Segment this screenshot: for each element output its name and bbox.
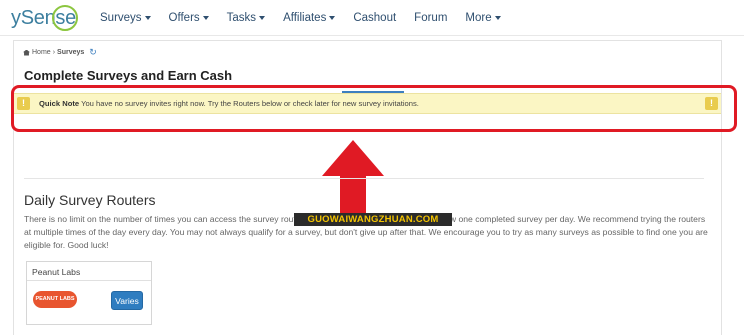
router-card-peanut-labs: Peanut Labs PEANUT LABS Varies (26, 261, 152, 325)
refresh-icon[interactable]: ↻ (89, 47, 97, 58)
breadcrumb-separator: › (52, 49, 56, 56)
nav-label: More (465, 12, 492, 24)
alert-text: Quick Note You have no survey invites ri… (39, 99, 419, 108)
main-nav: Surveys Offers Tasks Affiliates Cashout … (100, 0, 519, 36)
nav-label: Surveys (100, 12, 142, 24)
nav-label: Affiliates (283, 12, 327, 24)
watermark: GUOWAIWANGZHUAN.COM (294, 213, 452, 226)
chevron-down-icon (259, 16, 266, 20)
nav-item-affiliates[interactable]: Affiliates (283, 12, 336, 24)
warning-icon (705, 97, 718, 110)
nav-label: Forum (414, 12, 448, 24)
nav-label: Offers (168, 12, 200, 24)
breadcrumb-home[interactable]: Home (32, 49, 51, 56)
warning-icon (17, 97, 30, 110)
nav-item-tasks[interactable]: Tasks (226, 12, 266, 24)
router-name: Peanut Labs (27, 262, 151, 281)
nav-item-cashout[interactable]: Cashout (353, 12, 396, 24)
chevron-down-icon (144, 16, 151, 20)
nav-item-forum[interactable]: Forum (414, 12, 447, 24)
nav-item-more[interactable]: More (465, 12, 501, 24)
chevron-down-icon (202, 16, 209, 20)
section-divider (24, 178, 704, 179)
alert-label: Quick Note (39, 99, 80, 108)
section-title: Daily Survey Routers (24, 192, 156, 208)
nav-label: Tasks (226, 12, 257, 24)
chevron-down-icon (329, 16, 336, 20)
home-icon (23, 49, 30, 56)
logo-ring-icon (52, 5, 78, 31)
page-title: Complete Surveys and Earn Cash (24, 68, 233, 83)
varies-button[interactable]: Varies (111, 291, 143, 310)
alert-message: You have no survey invites right now. Tr… (81, 99, 419, 108)
chevron-down-icon (494, 16, 501, 20)
nav-item-surveys[interactable]: Surveys (100, 12, 151, 24)
peanut-labs-logo[interactable]: PEANUT LABS (33, 291, 77, 308)
nav-item-offers[interactable]: Offers (169, 12, 209, 24)
breadcrumb-current: Surveys (57, 49, 85, 56)
top-navigation: ySense Surveys Offers Tasks Affiliates C… (0, 0, 744, 36)
ysense-logo[interactable]: ySense (11, 4, 78, 32)
quick-note-alert: Quick Note You have no survey invites ri… (14, 93, 721, 114)
up-arrow-annotation (322, 140, 384, 218)
nav-label: Cashout (353, 12, 397, 24)
breadcrumb: Home › Surveys ↻ (23, 47, 97, 58)
